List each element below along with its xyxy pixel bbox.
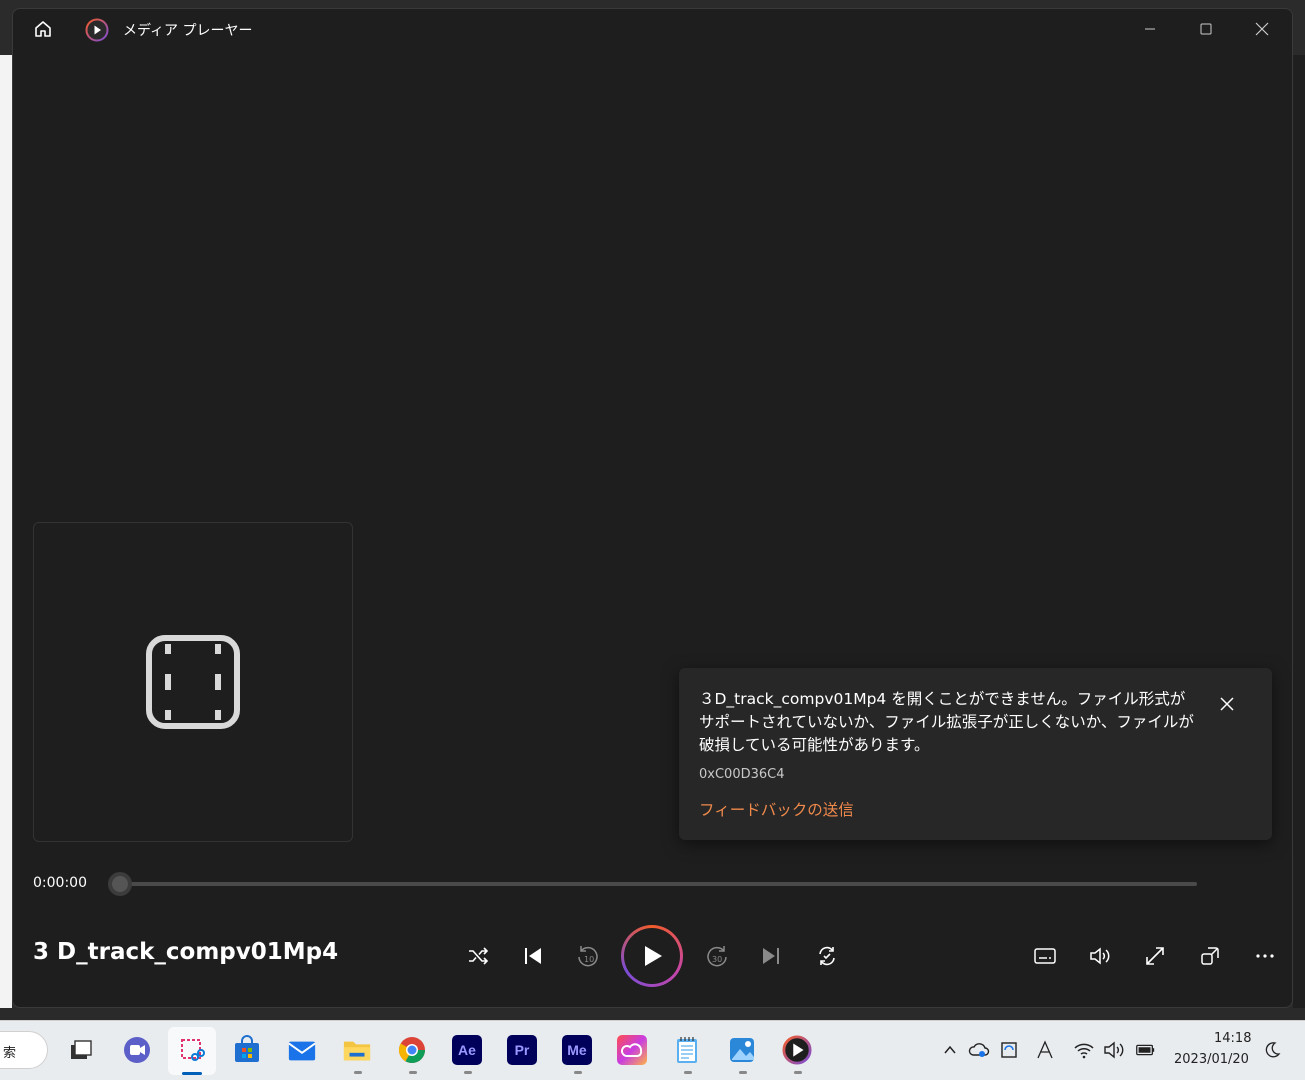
active-app-indicator	[182, 1072, 202, 1075]
wifi-icon[interactable]	[1073, 1039, 1095, 1061]
send-feedback-link[interactable]: フィードバックの送信	[699, 798, 854, 820]
play-button-inner	[624, 928, 680, 984]
premiere-pro-icon[interactable]: Pr	[507, 1035, 537, 1065]
captions-button[interactable]	[1027, 938, 1063, 974]
battery-icon[interactable]	[1134, 1039, 1156, 1061]
play-icon	[645, 946, 662, 966]
clock-time[interactable]: 14:18	[1214, 1031, 1251, 1046]
previous-icon	[525, 948, 541, 964]
background-app-right-edge	[1293, 55, 1305, 1020]
mini-player-button[interactable]	[1192, 938, 1228, 974]
play-button[interactable]	[621, 925, 683, 987]
shuffle-button[interactable]	[460, 938, 496, 974]
taskbar: 索 Ae Pr Me 14:18 2023/01/20	[0, 1020, 1305, 1080]
skip-back-10-icon: 10	[578, 946, 598, 967]
mini-player-icon	[1201, 947, 1219, 965]
running-indicator	[409, 1071, 417, 1074]
minimize-icon	[1145, 28, 1155, 30]
error-code: 0xC00D36C4	[699, 767, 785, 782]
running-indicator	[739, 1071, 747, 1074]
media-player-window: メディア プレーヤー ３D_track_compv01Mp4 を開くことができま…	[12, 8, 1293, 1008]
seek-bar[interactable]	[120, 882, 1197, 886]
clock-date[interactable]: 2023/01/20	[1174, 1052, 1249, 1067]
media-player-taskbar-icon[interactable]	[782, 1035, 812, 1065]
home-button[interactable]	[25, 9, 61, 49]
svg-text:30: 30	[712, 955, 722, 964]
taskbar-search-text: 索	[3, 1046, 17, 1061]
after-effects-icon[interactable]: Ae	[452, 1035, 482, 1065]
running-indicator	[464, 1071, 472, 1074]
running-indicator	[684, 1071, 692, 1074]
maximize-button[interactable]	[1183, 9, 1229, 49]
media-thumbnail	[33, 522, 353, 842]
fullscreen-icon	[1146, 947, 1164, 965]
minimize-button[interactable]	[1127, 9, 1173, 49]
repeat-icon	[819, 946, 835, 966]
chrome-icon[interactable]	[397, 1035, 427, 1065]
skip-forward-30-button[interactable]: 30	[699, 938, 735, 974]
running-indicator	[574, 1071, 582, 1074]
skip-back-10-button[interactable]: 10	[570, 938, 606, 974]
task-view-icon[interactable]	[66, 1035, 96, 1065]
focus-moon-icon[interactable]	[1261, 1039, 1283, 1061]
close-window-button[interactable]	[1239, 9, 1285, 49]
taskbar-search-box[interactable]: 索	[0, 1031, 48, 1069]
maximize-icon	[1200, 23, 1212, 35]
error-notification: ３D_track_compv01Mp4 を開くことができません。ファイル形式がサ…	[679, 668, 1272, 840]
teams-icon[interactable]	[122, 1035, 152, 1065]
more-options-button[interactable]	[1247, 938, 1283, 974]
title-bar[interactable]: メディア プレーヤー	[13, 9, 1292, 49]
background-app-bottom-edge	[0, 1008, 1305, 1020]
running-indicator	[794, 1071, 802, 1074]
media-player-app-icon	[85, 18, 109, 42]
ime-icon[interactable]	[1034, 1039, 1056, 1061]
sync-icon[interactable]	[998, 1039, 1020, 1061]
media-encoder-icon[interactable]: Me	[562, 1035, 592, 1065]
app-title: メディア プレーヤー	[123, 23, 253, 39]
notepad-icon[interactable]	[672, 1035, 702, 1065]
speaker-icon[interactable]	[1103, 1039, 1125, 1061]
volume-icon	[1090, 947, 1110, 965]
svg-text:10: 10	[584, 955, 594, 964]
volume-button[interactable]	[1082, 938, 1118, 974]
dismiss-error-button[interactable]	[1215, 692, 1239, 716]
close-icon	[1220, 697, 1234, 711]
home-icon	[35, 21, 51, 37]
previous-button[interactable]	[515, 938, 551, 974]
more-icon	[1256, 954, 1274, 958]
onedrive-icon[interactable]	[968, 1039, 990, 1061]
mail-icon[interactable]	[287, 1035, 317, 1065]
shuffle-icon	[469, 947, 489, 965]
track-title: 3 D_track_compv01Mp4	[33, 939, 339, 965]
creative-cloud-icon[interactable]	[617, 1035, 647, 1065]
skip-forward-30-icon: 30	[707, 946, 727, 967]
next-button[interactable]	[753, 938, 789, 974]
film-icon	[146, 635, 240, 729]
close-icon	[1255, 22, 1269, 36]
next-icon	[763, 948, 779, 964]
snipping-tool-icon[interactable]	[177, 1035, 207, 1065]
captions-icon	[1034, 948, 1056, 964]
repeat-button[interactable]	[809, 938, 845, 974]
current-time: 0:00:00	[33, 875, 87, 891]
seek-handle[interactable]	[108, 872, 132, 896]
fullscreen-button[interactable]	[1137, 938, 1173, 974]
background-app-left-edge	[0, 55, 12, 1020]
file-explorer-icon[interactable]	[342, 1035, 372, 1065]
error-message: ３D_track_compv01Mp4 を開くことができません。ファイル形式がサ…	[699, 690, 1194, 754]
chevron-up-icon[interactable]	[939, 1039, 961, 1061]
running-indicator	[354, 1071, 362, 1074]
photos-icon[interactable]	[727, 1035, 757, 1065]
microsoft-store-icon[interactable]	[232, 1035, 262, 1065]
